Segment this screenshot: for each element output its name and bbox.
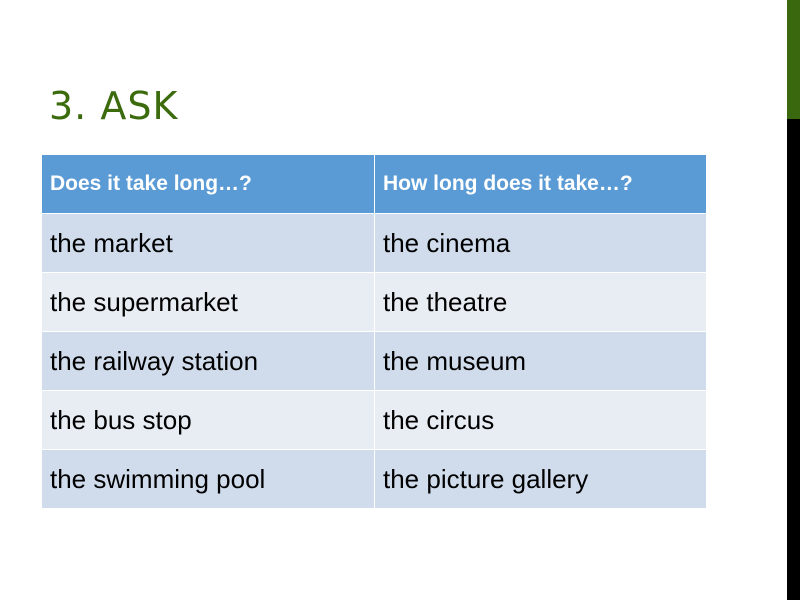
- table-cell: the railway station: [41, 331, 375, 391]
- table-cell: the circus: [374, 390, 707, 450]
- table-cell: the picture gallery: [374, 449, 707, 509]
- table-cell: the museum: [374, 331, 707, 391]
- table-cell: the bus stop: [41, 390, 375, 450]
- table-cell: the supermarket: [41, 272, 375, 332]
- table-row: the swimming pool the picture gallery: [41, 449, 707, 509]
- vocabulary-table: Does it take long…? How long does it tak…: [41, 154, 707, 509]
- table-cell: the swimming pool: [41, 449, 375, 509]
- header-how-long-does-it-take: How long does it take…?: [374, 154, 707, 214]
- table-cell: the theatre: [374, 272, 707, 332]
- table-header-row: Does it take long…? How long does it tak…: [41, 154, 707, 214]
- slide-title: 3. ASK: [49, 84, 179, 128]
- table-row: the supermarket the theatre: [41, 272, 707, 332]
- table-row: the market the cinema: [41, 213, 707, 273]
- table-row: the railway station the museum: [41, 331, 707, 391]
- table-cell: the cinema: [374, 213, 707, 273]
- accent-bar-green: [787, 0, 800, 119]
- table-row: the bus stop the circus: [41, 390, 707, 450]
- accent-bar-black: [787, 119, 800, 600]
- table-cell: the market: [41, 213, 375, 273]
- header-does-it-take-long: Does it take long…?: [41, 154, 375, 214]
